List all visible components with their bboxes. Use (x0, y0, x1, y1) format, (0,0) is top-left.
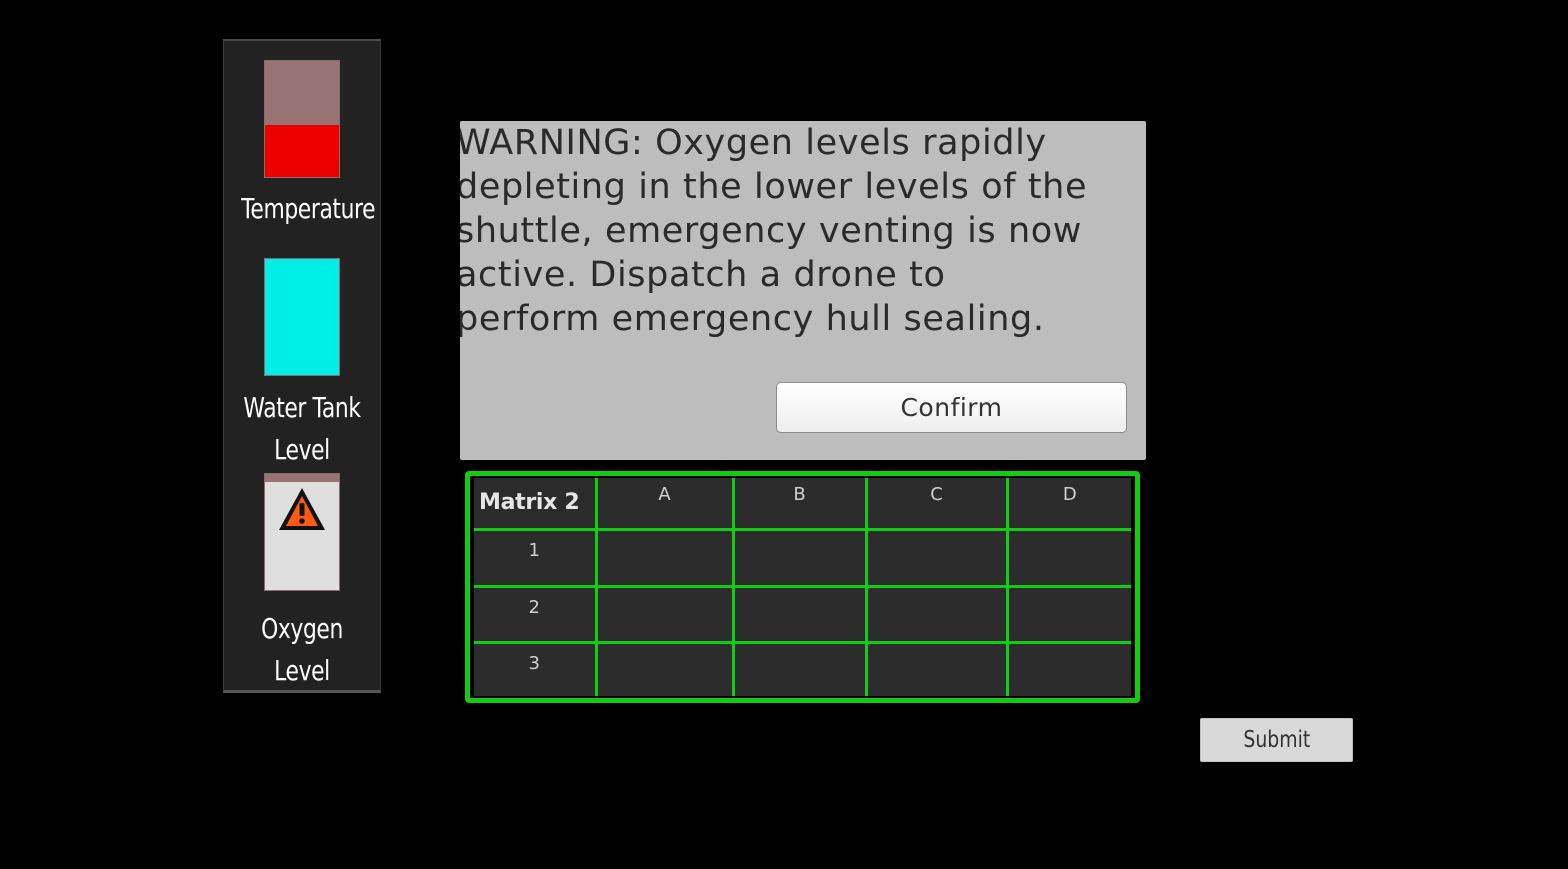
matrix-cell-b1[interactable] (731, 527, 868, 588)
submit-button[interactable]: Submit (1200, 718, 1353, 762)
game-screen: Temperature Water Tank Level Oxygen Leve… (0, 0, 1568, 869)
water-tank-label: Water Tank Level (243, 391, 361, 466)
column-header-b: B (731, 478, 868, 531)
matrix-cell-c1[interactable] (864, 527, 1009, 588)
water-tank-gauge (264, 258, 340, 376)
matrix-title: Matrix 2 (474, 478, 598, 531)
matrix-cell-b3[interactable] (731, 640, 868, 696)
matrix-cell-a3[interactable] (594, 640, 735, 696)
warning-triangle-icon (279, 488, 325, 530)
oxygen-gauge (264, 473, 340, 591)
column-header-a: A (594, 478, 735, 531)
matrix-cell-d1[interactable] (1005, 527, 1131, 588)
column-header-d: D (1005, 478, 1131, 531)
table-row: 3 (474, 640, 1131, 696)
row-header-3: 3 (474, 640, 598, 696)
matrix-cell-c3[interactable] (864, 640, 1009, 696)
table-row: 1 (474, 527, 1131, 588)
matrix-cell-a2[interactable] (594, 584, 735, 644)
temperature-gauge (264, 60, 340, 178)
row-header-2: 2 (474, 584, 598, 644)
matrix-header-row: Matrix 2 A B C D (474, 478, 1131, 531)
warning-message: WARNING: Oxygen levels rapidly depleting… (460, 123, 1088, 339)
column-header-c: C (864, 478, 1009, 531)
confirm-button[interactable]: Confirm (776, 382, 1127, 433)
matrix-cell-a1[interactable] (594, 527, 735, 588)
oxygen-level-label: Oxygen Level (261, 612, 343, 687)
matrix-cell-c2[interactable] (864, 584, 1009, 644)
matrix-grid: Matrix 2 A B C D 1 2 3 (465, 471, 1140, 703)
temperature-label: Temperature (241, 192, 376, 225)
matrix-cell-b2[interactable] (731, 584, 868, 644)
temperature-gauge-fill (265, 124, 339, 177)
table-row: 2 (474, 584, 1131, 644)
submit-button-label: Submit (1243, 727, 1310, 753)
matrix-table: Matrix 2 A B C D 1 2 3 (474, 478, 1131, 696)
matrix-cell-d3[interactable] (1005, 640, 1131, 696)
water-tank-gauge-fill (265, 259, 339, 375)
matrix-cell-d2[interactable] (1005, 584, 1131, 644)
row-header-1: 1 (474, 527, 598, 588)
warning-dialog: WARNING: Oxygen levels rapidly depleting… (460, 121, 1146, 460)
status-gauge-panel: Temperature Water Tank Level Oxygen Leve… (223, 39, 381, 693)
